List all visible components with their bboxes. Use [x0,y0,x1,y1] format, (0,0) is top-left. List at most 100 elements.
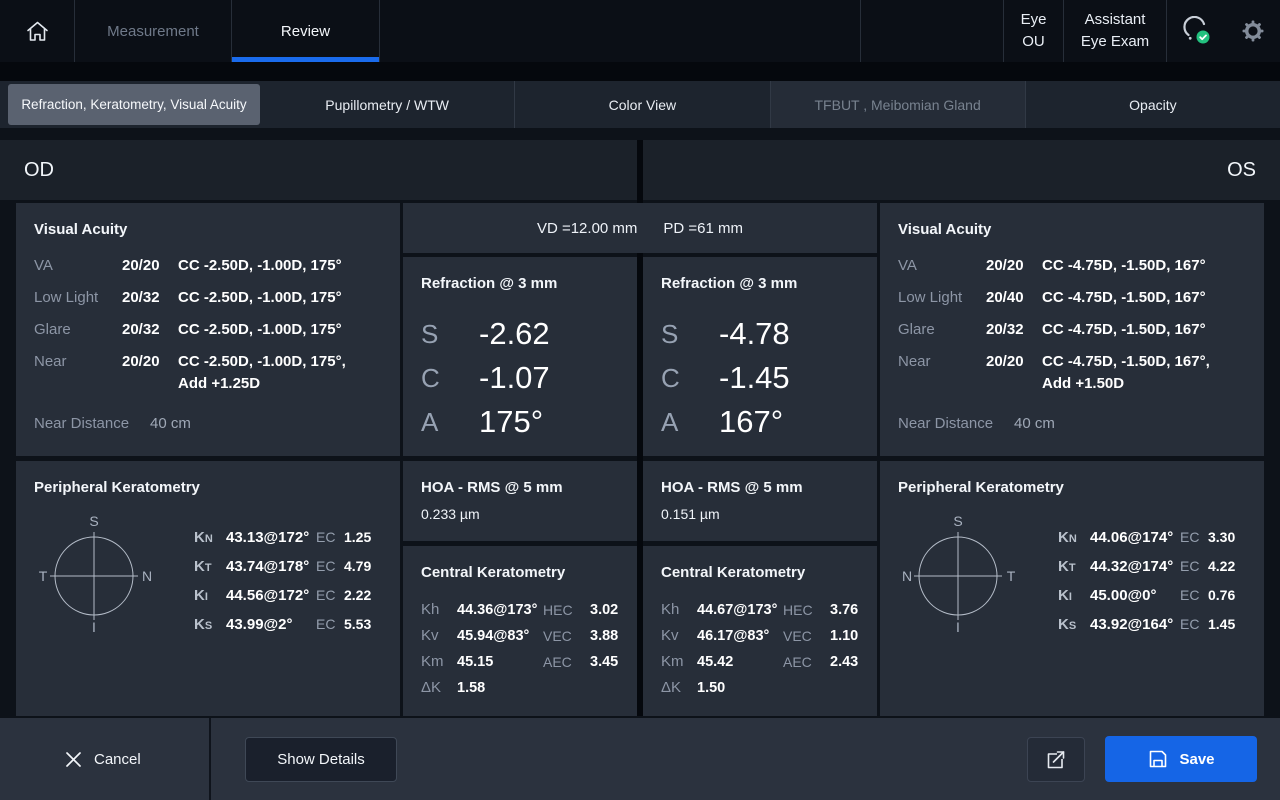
keratometry-axes-diagram: S T N I [38,510,154,634]
keratometry-row: KS 43.99@2° EC 5.53 [194,611,371,640]
home-icon [24,18,51,45]
panel-title: Central Keratometry [661,564,859,581]
refraction-row: C-1.07 [421,356,619,400]
va-row: Low Light 20/32 CC -2.50D, -1.00D, 175° [34,282,382,314]
svg-text:N: N [142,568,152,584]
refraction-row: S-2.62 [421,312,619,356]
panel-title: Visual Acuity [34,221,382,238]
panel-title: HOA - RMS @ 5 mm [421,479,619,496]
close-icon [64,750,83,769]
svg-text:I: I [92,619,96,634]
vd-pd-panel: VD =12.00 mm PD =61 mm [403,203,877,253]
central-k-row: Kv45.94@83°VEC3.88 [421,623,619,649]
central-k-row: Kv46.17@83°VEC1.10 [661,623,859,649]
os-visual-acuity-panel: Visual Acuity VA 20/20 CC -4.75D, -1.50D… [880,203,1264,456]
app-window: Measurement Review Eye OU Assistant Eye … [0,0,1280,800]
keratometry-axes-diagram: S N T I [902,510,1018,634]
k-label: KI [1058,582,1090,611]
tab-measurement[interactable]: Measurement [75,0,231,62]
os-label: OS [1227,159,1256,182]
svg-text:I: I [956,619,960,634]
save-label: Save [1179,751,1214,768]
hoa-value: 0.151 µm [661,506,859,522]
show-details-button[interactable]: Show Details [245,737,397,782]
svg-text:T: T [1007,568,1016,584]
show-details-label: Show Details [277,751,365,768]
os-refraction-panel: Refraction @ 3 mm S-4.78 C-1.45 A167° [643,257,877,456]
eye-selector-value: OU [1022,32,1045,52]
assistant-exam-selector[interactable]: Assistant Eye Exam [1064,0,1166,62]
va-row: Near 20/20 CC -2.50D, -1.00D, 175°,Add +… [34,346,382,400]
top-bar: Measurement Review Eye OU Assistant Eye … [0,0,1280,62]
save-button[interactable]: Save [1105,736,1257,782]
central-k-row: Kh44.36@173°HEC3.02 [421,597,619,623]
hoa-value: 0.233 µm [421,506,619,522]
refraction-row: A175° [421,400,619,444]
svg-text:S: S [953,513,962,529]
subtab-label: Color View [609,97,676,113]
near-distance-row: Near Distance 40 cm [898,408,1246,440]
keratometry-row: KS 43.92@164° EC 1.45 [1058,611,1235,640]
vd-value: VD =12.00 mm [537,220,637,237]
subtab-color-view[interactable]: Color View [514,81,769,128]
va-row: VA 20/20 CC -2.50D, -1.00D, 175° [34,250,382,282]
os-central-keratometry-panel: Central Keratometry Kh44.67@173°HEC3.76 … [643,546,877,716]
divider [209,718,211,800]
sync-status-icon [1182,16,1212,46]
gear-icon [1241,19,1265,43]
va-row: VA 20/20 CC -4.75D, -1.50D, 167° [898,250,1246,282]
settings-button[interactable] [1241,19,1265,43]
k-label: KI [194,582,226,611]
tab-review-label: Review [281,23,330,40]
check-badge-icon [1197,31,1210,44]
export-icon [1043,747,1069,773]
near-distance-row: Near Distance 40 cm [34,408,382,440]
od-header: OD [0,140,637,200]
subtab-label: Refraction, Keratometry, Visual Acuity [21,97,246,112]
keratometry-row: KI 45.00@0° EC 0.76 [1058,582,1235,611]
od-central-keratometry-panel: Central Keratometry Kh44.36@173°HEC3.02 … [403,546,637,716]
central-k-row: Km45.15AEC3.45 [421,649,619,675]
k-label: KS [194,611,226,640]
svg-text:S: S [89,513,98,529]
refraction-row: A167° [661,400,859,444]
keratometry-row: KN 43.13@172° EC 1.25 [194,524,371,553]
subtab-label: TFBUT , Meibomian Gland [815,97,981,113]
home-button[interactable] [0,0,74,62]
footer-bar: Cancel Show Details Save [0,718,1280,800]
panel-title: Refraction @ 3 mm [421,275,619,292]
central-k-row: ΔK1.50 [661,675,859,701]
va-row: Glare 20/32 CC -4.75D, -1.50D, 167° [898,314,1246,346]
sync-status-button[interactable] [1182,16,1212,46]
panel-title: Refraction @ 3 mm [661,275,859,292]
k-label: KT [1058,553,1090,582]
eye-selector[interactable]: Eye OU [1004,0,1063,62]
subtab-opacity[interactable]: Opacity [1025,81,1280,128]
tab-measurement-label: Measurement [107,23,199,40]
os-header: OS [643,140,1280,200]
subtab-pupillometry-wtw[interactable]: Pupillometry / WTW [260,81,514,128]
cancel-button[interactable]: Cancel [64,718,141,800]
k-label: KN [1058,524,1090,553]
od-refraction-panel: Refraction @ 3 mm S-2.62 C-1.07 A175° [403,257,637,456]
subtab-label: Pupillometry / WTW [325,97,449,113]
divider [0,62,1280,81]
subtab-refraction-keratometry-visual-acuity[interactable]: Refraction, Keratometry, Visual Acuity [8,84,260,125]
subtab-label: Opacity [1129,97,1176,113]
od-hoa-panel: HOA - RMS @ 5 mm 0.233 µm [403,461,637,541]
od-label: OD [24,159,54,182]
central-k-row: Kh44.67@173°HEC3.76 [661,597,859,623]
central-k-row: ΔK1.58 [421,675,619,701]
assistant-label: Assistant [1085,10,1146,30]
pd-value: PD =61 mm [663,220,743,237]
export-button[interactable] [1027,737,1085,782]
cancel-label: Cancel [94,751,141,768]
refraction-row: C-1.45 [661,356,859,400]
tab-review[interactable]: Review [232,0,379,62]
panel-title: Central Keratometry [421,564,619,581]
subtab-tfbut-meibomian-gland[interactable]: TFBUT , Meibomian Gland [770,81,1025,128]
svg-text:T: T [39,568,48,584]
keratometry-row: KN 44.06@174° EC 3.30 [1058,524,1235,553]
assistant-value: Eye Exam [1081,32,1149,52]
k-label: KT [194,553,226,582]
